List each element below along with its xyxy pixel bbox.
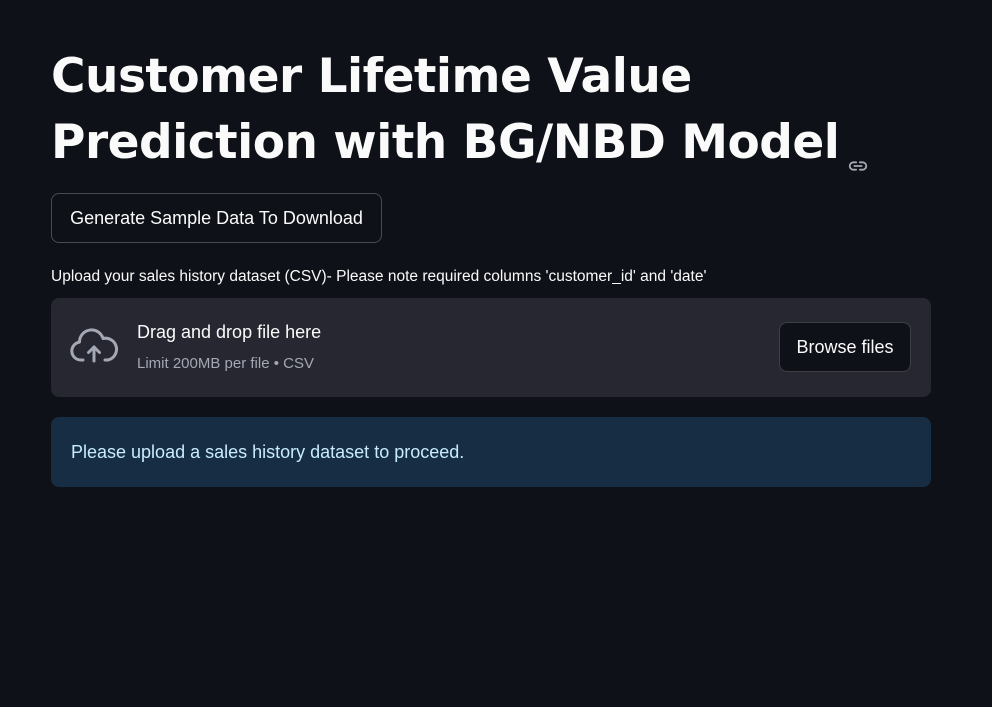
dropzone-title: Drag and drop file here [137,322,322,342]
upload-label: Upload your sales history dataset (CSV)-… [51,268,707,285]
page-title-text: Customer Lifetime Value Prediction with … [51,49,840,170]
info-message: Please upload a sales history dataset to… [71,441,465,462]
cloud-upload-icon [70,328,118,364]
main-content: Customer Lifetime Value Prediction with … [51,0,931,487]
page-title: Customer Lifetime Value Prediction with … [51,44,931,176]
info-alert: Please upload a sales history dataset to… [51,417,931,487]
file-dropzone[interactable]: Drag and drop file here Limit 200MB per … [51,298,931,397]
browse-files-button[interactable]: Browse files [779,322,911,372]
dropzone-limit: Limit 200MB per file • CSV [137,355,314,372]
link-icon[interactable] [847,129,869,171]
generate-sample-data-button[interactable]: Generate Sample Data To Download [51,193,382,243]
